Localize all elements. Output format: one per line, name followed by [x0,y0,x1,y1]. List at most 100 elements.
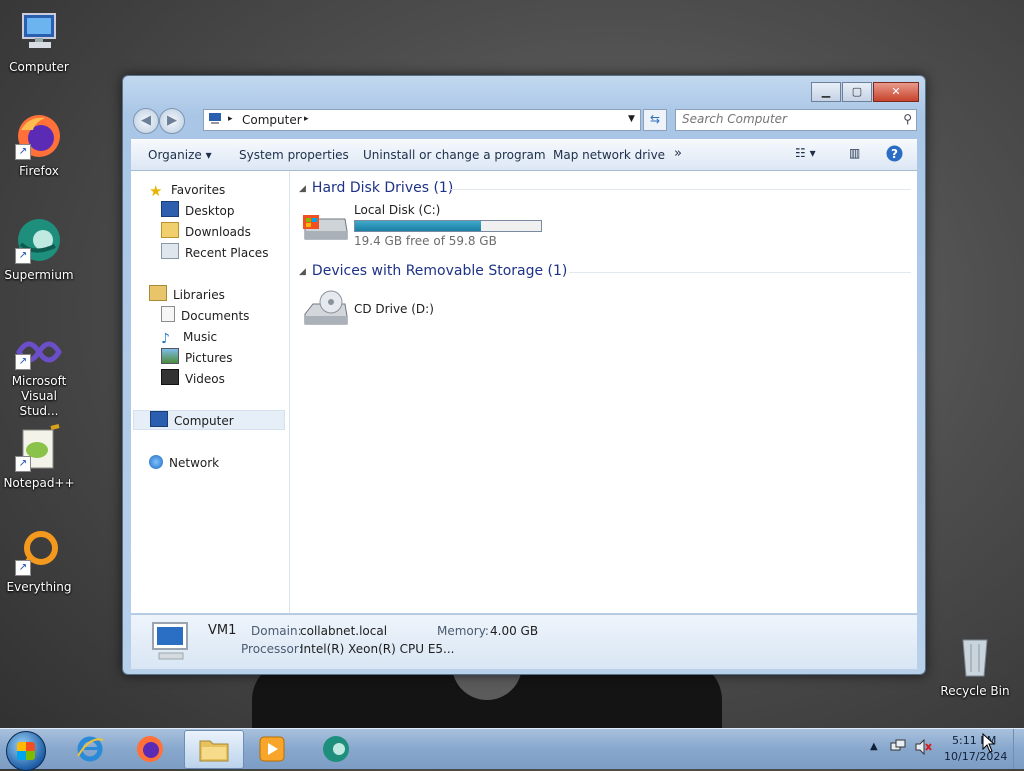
desktop-icon-label: Supermium [4,268,74,282]
desktop-icon-label: Recycle Bin [940,684,1010,698]
shortcut-arrow-icon: ↗ [15,144,31,160]
computer-icon [15,8,63,56]
back-button[interactable]: ◀ [133,108,159,134]
uninstall-program-button[interactable]: Uninstall or change a program [363,148,546,162]
change-view-button[interactable]: ☷ ▾ [795,146,816,160]
taskbar-supermium[interactable] [308,730,366,767]
computer-name: VM1 [208,623,237,638]
maximize-button[interactable]: ▢ [842,82,872,102]
supermium-icon [323,736,349,762]
taskbar-media-player[interactable] [244,730,302,767]
desktop-folder-icon [161,201,179,217]
system-properties-button[interactable]: System properties [239,148,349,162]
nav-label: Libraries [173,288,225,302]
folder-icon [199,740,229,762]
group-divider [451,189,911,190]
libraries-folder-icon [149,285,167,301]
cd-drive-icon [304,290,348,325]
help-button[interactable]: ? [886,145,903,165]
nav-downloads[interactable]: Downloads [161,222,251,242]
forward-button[interactable]: ▶ [159,108,185,134]
group-header-removable[interactable]: ◢ Devices with Removable Storage (1) [299,263,911,279]
firefox-icon [137,736,163,762]
pictures-icon [161,348,179,364]
collapse-triangle-icon: ◢ [299,267,306,277]
taskbar-internet-explorer[interactable] [62,730,120,767]
drive-item-local-disk-c[interactable]: Local Disk (C:) 19.4 GB free of 59.8 GB [301,201,551,251]
media-player-icon [259,736,285,762]
computer-small-icon [150,411,168,427]
close-button[interactable]: ✕ [873,82,919,102]
visual-studio-icon: ↗ [15,330,63,370]
memory-value: 4.00 GB [490,624,539,638]
nav-videos[interactable]: Videos [161,369,225,389]
processor-value: Intel(R) Xeon(R) CPU E5... [300,642,455,656]
desktop-icon-supermium[interactable]: ↗ Supermium [1,216,77,283]
nav-favorites[interactable]: ★ Favorites [149,180,225,200]
nav-label: Downloads [185,225,251,239]
nav-network[interactable]: Network [149,453,219,473]
network-tray-icon[interactable] [890,739,906,758]
drive-usage-fill [355,221,481,231]
taskbar-firefox[interactable] [122,730,180,767]
hard-drive-icon [303,215,348,240]
processor-label: Processor: [241,642,303,656]
explorer-window: ▁ ▢ ✕ ◀ ▶ ▸ Computer ▸ ▼ ⇆ ⚲ Organize ▾ … [122,75,926,675]
show-hidden-icons-button[interactable]: ▲ [870,741,878,752]
desktop-icon-label: Everything [6,580,72,594]
nav-label: Desktop [185,204,235,218]
drive-name: Local Disk (C:) [354,203,441,217]
desktop-icon-notepadpp[interactable]: ↗ Notepad++ [1,424,77,491]
nav-label: Favorites [171,183,226,197]
start-button[interactable] [6,731,46,771]
nav-label: Documents [181,309,250,323]
nav-label: Computer [174,414,234,428]
group-header-hard-disk[interactable]: ◢ Hard Disk Drives (1) [299,180,911,196]
drive-free-space: 19.4 GB free of 59.8 GB [354,234,497,248]
videos-film-icon [161,369,179,385]
search-input[interactable] [676,110,898,128]
show-desktop-button[interactable] [1013,729,1024,769]
more-commands-button[interactable]: » [674,146,682,161]
domain-value: collabnet.local [300,624,388,638]
breadcrumb-computer[interactable]: Computer [242,113,302,127]
breadcrumb-separator-end[interactable]: ▸ [304,114,309,124]
drive-item-cd-drive-d[interactable]: CD Drive (D:) [301,286,501,332]
taskbar-windows-explorer[interactable] [184,730,244,769]
address-dropdown-icon[interactable]: ▼ [628,114,635,124]
map-network-drive-button[interactable]: Map network drive [553,148,665,162]
nav-recent-places[interactable]: Recent Places [161,243,268,263]
preview-pane-icon: ▥ [849,146,861,160]
forward-arrow-icon: ▶ [167,113,177,128]
nav-documents[interactable]: Documents [161,306,249,326]
nav-libraries[interactable]: Libraries [149,285,225,305]
nav-label: Pictures [185,351,233,365]
group-title: Hard Disk Drives (1) [311,180,454,196]
refresh-button[interactable]: ⇆ [643,109,667,131]
recycle-bin-icon [951,632,999,680]
address-bar[interactable]: ▸ Computer ▸ ▼ [203,109,641,131]
search-box[interactable]: ⚲ [675,109,917,131]
nav-pictures[interactable]: Pictures [161,348,233,368]
back-arrow-icon: ◀ [141,113,151,128]
nav-label: Recent Places [185,246,269,260]
internet-explorer-icon [77,736,104,762]
desktop-icon-visual-studio[interactable]: ↗ Microsoft Visual Stud... [1,330,77,419]
desktop-icon-everything[interactable]: ↗ Everything [1,528,77,595]
main-pane: ◢ Hard Disk Drives (1) Local Disk (C:) 19… [291,171,917,613]
desktop-icon-recycle-bin[interactable]: Recycle Bin [937,632,1013,699]
nav-computer[interactable]: Computer [133,410,285,430]
recent-places-icon [161,243,179,259]
minimize-button[interactable]: ▁ [811,82,841,102]
desktop-icon-computer[interactable]: Computer [1,8,77,75]
group-title: Devices with Removable Storage (1) [311,263,568,279]
preview-pane-button[interactable]: ▥ [849,146,860,160]
desktop-icon-firefox[interactable]: ↗ Firefox [1,112,77,179]
organize-button[interactable]: Organize ▾ [148,148,212,162]
breadcrumb-separator[interactable]: ▸ [228,114,233,124]
volume-muted-icon[interactable] [914,738,932,758]
clock-date[interactable]: 10/17/2024 [944,750,1007,763]
nav-label: Videos [185,372,225,386]
nav-desktop[interactable]: Desktop [161,201,235,221]
nav-music[interactable]: ♪ Music [161,327,217,347]
